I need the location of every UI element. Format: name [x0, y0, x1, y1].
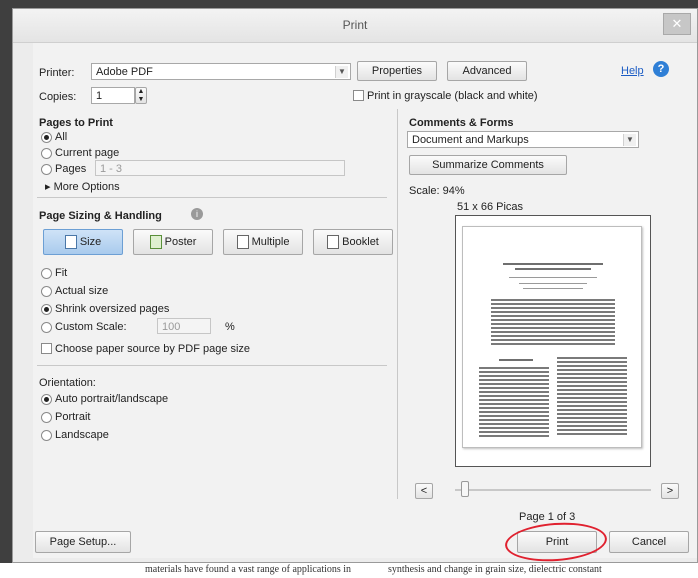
preview-column-right: [557, 357, 627, 437]
radio-fit-label: Fit: [55, 267, 68, 279]
divider: [37, 197, 387, 198]
print-preview: [455, 215, 651, 467]
custom-scale-value: 100: [162, 321, 181, 333]
help-link[interactable]: Help: [621, 65, 644, 77]
preview-section-heading: [499, 359, 533, 361]
orientation-heading: Orientation:: [39, 377, 96, 389]
divider: [37, 365, 387, 366]
radio-landscape-label: Landscape: [55, 429, 109, 441]
radio-fit[interactable]: [41, 268, 52, 279]
preview-affiliation-line: [523, 288, 583, 289]
radio-auto-orientation[interactable]: [41, 394, 52, 405]
advanced-button[interactable]: Advanced: [447, 61, 527, 81]
size-button-label: Size: [79, 236, 102, 248]
triangle-right-icon: ▸: [45, 181, 54, 193]
radio-auto-orientation-label: Auto portrait/landscape: [55, 393, 169, 405]
size-icon: [64, 235, 77, 250]
grayscale-label: Print in grayscale (black and white): [367, 90, 538, 102]
dialog-title: Print: [342, 18, 368, 32]
radio-landscape[interactable]: [41, 430, 52, 441]
paper-source-checkbox[interactable]: [41, 343, 52, 354]
pages-to-print-heading: Pages to Print: [39, 117, 113, 129]
pages-range-input[interactable]: 1 - 3: [95, 160, 345, 176]
multiple-icon: [236, 235, 249, 250]
copies-input[interactable]: 1: [91, 87, 135, 104]
radio-pages-label: Pages: [55, 163, 87, 175]
paper-source-label: Choose paper source by PDF page size: [55, 343, 251, 355]
page-slider-track[interactable]: [455, 489, 651, 491]
page-sizing-heading: Page Sizing & Handling: [39, 210, 162, 222]
close-button[interactable]: ✕: [663, 13, 691, 35]
multiple-button-label: Multiple: [251, 236, 290, 248]
copies-label: Copies:: [39, 91, 77, 103]
printer-select[interactable]: Adobe PDF ▼: [91, 63, 351, 80]
preview-column-left: [479, 367, 549, 437]
radio-shrink-label: Shrink oversized pages: [55, 303, 170, 315]
prev-page-button[interactable]: <: [415, 483, 433, 499]
preview-title-line: [503, 263, 603, 265]
size-button[interactable]: Size: [43, 229, 123, 255]
more-options-label: More Options: [53, 181, 120, 193]
percent-label: %: [225, 321, 235, 333]
booklet-button[interactable]: Booklet: [313, 229, 393, 255]
properties-button[interactable]: Properties: [357, 61, 437, 81]
booklet-icon: [327, 235, 340, 250]
custom-scale-input[interactable]: 100: [157, 318, 211, 334]
pages-range-value: 1 - 3: [100, 163, 123, 175]
preview-title-line: [515, 268, 591, 270]
background-document: materials have found a vast range of app…: [0, 563, 698, 578]
dialog-body: Printer: Adobe PDF ▼ Properties Advanced…: [33, 43, 697, 565]
comments-forms-heading: Comments & Forms: [409, 117, 514, 129]
page-indicator: Page 1 of 3: [519, 511, 576, 523]
radio-shrink[interactable]: [41, 304, 52, 315]
radio-pages[interactable]: [41, 164, 52, 175]
radio-all[interactable]: [41, 132, 52, 143]
next-page-button[interactable]: >: [661, 483, 679, 499]
background-text-left: materials have found a vast range of app…: [145, 564, 352, 575]
page-setup-button[interactable]: Page Setup...: [35, 531, 131, 553]
copies-stepper[interactable]: ▲ ▼: [135, 87, 147, 104]
column-divider: [397, 109, 398, 499]
radio-all-label: All: [55, 131, 68, 143]
radio-actual-size-label: Actual size: [55, 285, 109, 297]
scale-label: Scale: 94%: [409, 185, 465, 197]
poster-button-label: Poster: [164, 236, 197, 248]
radio-current-page[interactable]: [41, 148, 52, 159]
info-icon[interactable]: i: [191, 208, 203, 220]
grayscale-checkbox[interactable]: [353, 90, 364, 101]
title-bar: Print ✕: [13, 9, 697, 43]
comments-forms-select[interactable]: Document and Markups ▼: [407, 131, 639, 148]
chevron-down-icon: ▼: [335, 66, 348, 78]
printer-label: Printer:: [39, 67, 75, 79]
preview-abstract-block: [491, 299, 615, 347]
summarize-comments-button[interactable]: Summarize Comments: [409, 155, 567, 175]
chevron-down-icon: ▼: [623, 134, 636, 146]
red-annotation-circle: [503, 519, 609, 565]
copies-value: 1: [96, 90, 103, 102]
more-options-toggle[interactable]: ▸ More Options: [45, 180, 120, 193]
booklet-button-label: Booklet: [342, 236, 379, 248]
poster-icon: [149, 235, 162, 250]
cancel-button[interactable]: Cancel: [609, 531, 689, 553]
print-dialog: Print ✕ Printer: Adobe PDF ▼ Properties …: [12, 8, 698, 565]
multiple-button[interactable]: Multiple: [223, 229, 303, 255]
radio-portrait-label: Portrait: [55, 411, 91, 423]
radio-actual-size[interactable]: [41, 286, 52, 297]
radio-custom-scale-label: Custom Scale:: [55, 321, 127, 333]
background-text-right: synthesis and change in grain size, diel…: [388, 564, 602, 575]
radio-portrait[interactable]: [41, 412, 52, 423]
printer-value: Adobe PDF: [96, 66, 153, 78]
preview-author-line: [509, 277, 597, 278]
help-icon[interactable]: ?: [653, 61, 669, 77]
radio-current-page-label: Current page: [55, 147, 120, 159]
radio-custom-scale[interactable]: [41, 322, 52, 333]
preview-affiliation-line: [519, 283, 587, 284]
poster-button[interactable]: Poster: [133, 229, 213, 255]
page-size-label: 51 x 66 Picas: [457, 201, 524, 213]
preview-page: [462, 226, 642, 448]
comments-forms-value: Document and Markups: [412, 134, 529, 146]
page-slider-thumb[interactable]: [461, 481, 469, 497]
